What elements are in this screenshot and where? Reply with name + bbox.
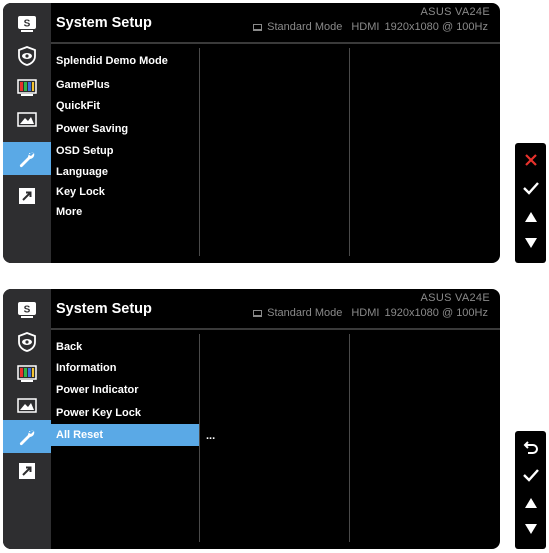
up-arrow-icon[interactable] [515, 491, 546, 515]
menu-item-power-key-lock[interactable]: Power Key Lock [51, 403, 199, 423]
resolution-label: 1920x1080 @ 100Hz [384, 21, 488, 33]
eye-care-icon[interactable] [3, 325, 51, 358]
menu-item-language[interactable]: Language [51, 162, 199, 182]
image-icon[interactable] [3, 103, 51, 136]
status-bar: Standard Mode HDMI 1920x1080 @ 100Hz [253, 307, 488, 319]
model-name: ASUS VA24E [420, 6, 490, 18]
menu-item-splendid-demo-mode[interactable]: Splendid Demo Mode [51, 51, 199, 71]
menu-item-key-lock[interactable]: Key Lock [51, 182, 199, 202]
menu-item-osd-setup[interactable]: OSD Setup [51, 141, 199, 161]
close-icon[interactable] [515, 148, 546, 172]
page-title: System Setup [56, 15, 152, 31]
menu-item-gameplus[interactable]: GamePlus [51, 75, 199, 95]
system-setup-icon[interactable] [3, 420, 51, 453]
menu-item-back[interactable]: Back [51, 337, 199, 357]
header-divider [51, 42, 500, 44]
check-icon[interactable] [515, 176, 546, 200]
status-bar: Standard Mode HDMI 1920x1080 @ 100Hz [253, 21, 488, 33]
osd-panel-top: S System Setup ASUS VA24E Standard Mode … [3, 3, 500, 263]
column-divider [349, 334, 350, 542]
input-label: HDMI [351, 21, 380, 33]
monitor-icon [253, 23, 263, 31]
splendid-icon[interactable]: S [3, 7, 51, 40]
column-divider [199, 48, 200, 256]
all-reset-value[interactable]: ... [206, 426, 215, 446]
menu-item-more[interactable]: More [51, 202, 199, 222]
header-divider [51, 328, 500, 330]
system-setup-icon[interactable] [3, 142, 51, 175]
check-icon[interactable] [515, 463, 546, 487]
menu-item-quickfit[interactable]: QuickFit [51, 96, 199, 116]
image-icon[interactable] [3, 389, 51, 422]
osd-sidebar: S [3, 3, 51, 263]
color-icon[interactable] [3, 71, 51, 104]
up-arrow-icon[interactable] [515, 205, 546, 229]
resolution-label: 1920x1080 @ 100Hz [384, 307, 488, 319]
down-arrow-icon[interactable] [515, 517, 546, 541]
osd-sidebar: S [3, 289, 51, 549]
monitor-icon [253, 309, 263, 317]
page-title: System Setup [56, 301, 152, 317]
shortcut-icon[interactable] [3, 179, 51, 212]
menu-item-information[interactable]: Information [51, 358, 199, 378]
column-divider [349, 48, 350, 256]
key-guide-bottom [515, 431, 546, 549]
down-arrow-icon[interactable] [515, 231, 546, 255]
osd-panel-bottom: S System Setup ASUS VA24E Standard Mode … [3, 289, 500, 549]
back-icon[interactable] [515, 435, 546, 459]
shortcut-icon[interactable] [3, 454, 51, 487]
svg-text:S: S [24, 18, 31, 29]
menu-item-power-saving[interactable]: Power Saving [51, 119, 199, 139]
splendid-icon[interactable]: S [3, 293, 51, 326]
menu-item-power-indicator[interactable]: Power Indicator [51, 380, 199, 400]
key-guide-top [515, 143, 546, 263]
menu-item-all-reset[interactable]: All Reset [51, 424, 199, 446]
input-label: HDMI [351, 307, 380, 319]
mode-label: Standard Mode [267, 21, 343, 33]
column-divider [199, 334, 200, 542]
color-icon[interactable] [3, 357, 51, 390]
svg-text:S: S [24, 304, 31, 315]
model-name: ASUS VA24E [420, 292, 490, 304]
eye-care-icon[interactable] [3, 39, 51, 72]
mode-label: Standard Mode [267, 307, 343, 319]
